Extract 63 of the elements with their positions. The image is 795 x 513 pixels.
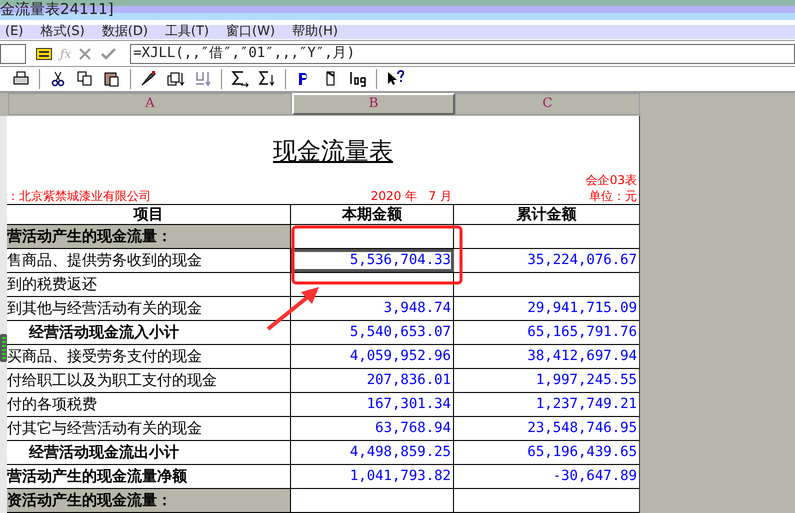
report-period: 2020 年 7 月 bbox=[370, 189, 452, 204]
sheet-title: 现金流量表 bbox=[273, 136, 393, 168]
section-header-cell: 营活动产生的现金流量： bbox=[7, 225, 291, 248]
table-cell[interactable]: 65,165,791.76 bbox=[454, 321, 639, 344]
paste-icon[interactable] bbox=[103, 70, 121, 88]
name-box[interactable] bbox=[0, 44, 26, 64]
menu-item[interactable]: 窗口(W) bbox=[226, 25, 276, 39]
scissors-icon[interactable] bbox=[49, 70, 67, 88]
table-cell[interactable]: 4,059,952.96 bbox=[291, 345, 454, 368]
table-cell: 付给职工以及为职工支付的现金 bbox=[7, 369, 291, 392]
table-cell[interactable]: 29,941,715.09 bbox=[454, 297, 639, 320]
table-cell: 到其他与经营活动有关的现金 bbox=[7, 297, 291, 320]
table-cell[interactable]: 167,301.34 bbox=[291, 393, 454, 416]
sort-down-icon[interactable] bbox=[194, 70, 212, 88]
table-cell[interactable]: 1,041,793.82 bbox=[291, 465, 454, 488]
menu-item[interactable]: 帮助(H) bbox=[292, 25, 338, 39]
arrow-icon bbox=[265, 284, 321, 332]
table-cell[interactable]: 38,412,697.94 bbox=[454, 345, 639, 368]
column-heading: 本期金额 bbox=[342, 204, 402, 226]
check-icon[interactable] bbox=[101, 48, 116, 60]
unit-label: 单位：元 bbox=[589, 189, 637, 204]
table-cell: 经营活动现金流入小计 bbox=[7, 321, 291, 344]
menu-item[interactable]: 格式(S) bbox=[40, 25, 85, 39]
table-cell: 营活动产生的现金流量净额 bbox=[7, 465, 291, 488]
menu-item[interactable]: 工具(T) bbox=[164, 25, 210, 39]
sort-stack-icon[interactable] bbox=[167, 70, 185, 88]
column-header[interactable]: C bbox=[455, 93, 640, 115]
table-cell: 付的各项税费 bbox=[7, 393, 291, 416]
brush-icon[interactable] bbox=[140, 70, 158, 88]
section-header-cell: 资活动产生的现金流量： bbox=[7, 489, 291, 512]
menu-item[interactable]: (E) bbox=[5, 25, 24, 39]
formula-field[interactable]: =XJLL(,,″借″,″01″,,,″Y″,月) bbox=[130, 44, 795, 64]
table-cell[interactable]: 5,540,653.07 bbox=[291, 321, 454, 344]
copy-icon[interactable] bbox=[76, 70, 94, 88]
table-cell[interactable]: 207,836.01 bbox=[291, 369, 454, 392]
table-cell[interactable]: 35,224,076.67 bbox=[454, 249, 639, 272]
table-cell[interactable]: 23,548,746.95 bbox=[454, 417, 639, 440]
table-cell[interactable]: 1,237,749.21 bbox=[454, 393, 639, 416]
table-cell: 售商品、提供劳务收到的现金 bbox=[7, 249, 291, 272]
window-title: 金流量表24111] bbox=[0, 1, 114, 18]
column-header[interactable]: B bbox=[292, 93, 455, 115]
calculator-icon[interactable] bbox=[36, 48, 52, 60]
sum-icon[interactable] bbox=[231, 70, 249, 88]
table-cell[interactable]: 65,196,439.65 bbox=[454, 441, 639, 464]
table-cell: 到的税费返还 bbox=[7, 273, 291, 296]
table-cell[interactable]: -30,647.89 bbox=[454, 465, 639, 488]
table-cell: 付其它与经营活动有关的现金 bbox=[7, 417, 291, 440]
table-cell[interactable]: 1,997,245.55 bbox=[454, 369, 639, 392]
table-cell[interactable]: 4,498,859.25 bbox=[291, 441, 454, 464]
column-heading: 项目 bbox=[134, 204, 164, 226]
menu-item[interactable]: 数据(D) bbox=[102, 25, 148, 39]
cancel-icon[interactable] bbox=[78, 46, 92, 60]
column-heading: 累计金额 bbox=[516, 204, 576, 226]
company-name: ：北京紫禁城漆业有限公司 bbox=[7, 189, 152, 204]
table-cell: 经营活动现金流出小计 bbox=[7, 441, 291, 464]
column-header[interactable]: A bbox=[8, 93, 292, 115]
scroll-handle-icon[interactable] bbox=[0, 334, 7, 362]
table-cell: 买商品、接受劳务支付的现金 bbox=[7, 345, 291, 368]
sum-down-icon[interactable] bbox=[258, 70, 276, 88]
table-cell[interactable]: 63,768.94 bbox=[291, 417, 454, 440]
log-icon[interactable] bbox=[349, 70, 367, 88]
form-code: 会企03表 bbox=[586, 172, 637, 189]
help-pointer-icon[interactable] bbox=[386, 70, 404, 88]
